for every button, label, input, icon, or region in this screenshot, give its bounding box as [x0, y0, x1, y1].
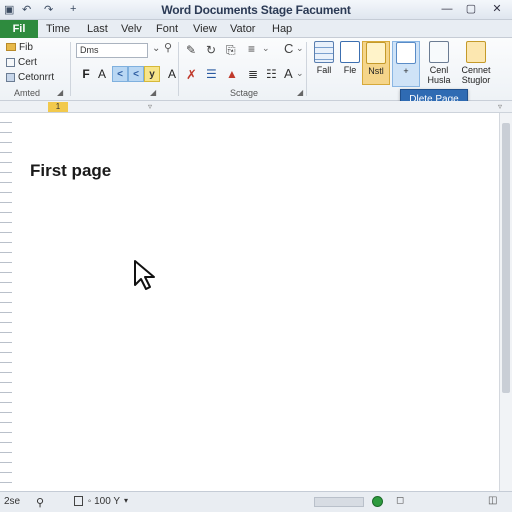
page-dropdown-icon[interactable]: ▾ — [124, 496, 128, 505]
minimize-button[interactable]: — — [438, 2, 456, 17]
cenl-husla-button[interactable]: Cenl Husla — [424, 41, 454, 85]
styles-group-label: Sctage — [230, 88, 259, 98]
document-area[interactable]: First page — [0, 113, 512, 491]
table-icon — [314, 41, 334, 63]
paragraph-icon[interactable]: ☷ — [266, 67, 277, 81]
copy-icon — [6, 57, 15, 67]
highlight-button[interactable]: y — [144, 66, 160, 82]
zoom-in-icon[interactable]: ◻ — [396, 495, 404, 506]
zoom-ok-icon[interactable] — [372, 496, 383, 507]
ribbon-tabs: Fil Time Last Velv Font View Vator Hap — [0, 20, 512, 38]
clipboard-icon[interactable]: ⎘ — [226, 43, 236, 58]
clipboard-item-cetonrrt[interactable]: Cetonrrt — [6, 72, 54, 83]
scrollbar-thumb[interactable] — [502, 123, 510, 393]
cennet-stuglor-button[interactable]: Cennet Stuglor — [460, 41, 492, 85]
vertical-scrollbar[interactable] — [499, 113, 512, 491]
page-icon — [74, 496, 83, 507]
ruler-right-indent-icon[interactable]: ▿ — [498, 102, 502, 111]
clipboard-item-fib[interactable]: Fib — [6, 42, 33, 53]
tab-time[interactable]: Time — [46, 23, 70, 35]
page-indicator[interactable]: ◦ 100 Y — [74, 496, 120, 507]
document-heading[interactable]: First page — [30, 161, 111, 181]
tab-last[interactable]: Last — [87, 23, 108, 35]
maximize-button[interactable]: ▢ — [462, 2, 480, 17]
tab-velv[interactable]: Velv — [121, 23, 142, 35]
proofing-icon[interactable]: ⚲ — [36, 496, 44, 509]
zoom-slider-track[interactable] — [314, 497, 364, 507]
bold-button[interactable]: F — [78, 66, 94, 82]
tab-hap[interactable]: Hap — [272, 23, 292, 35]
style-dropdown-icon[interactable]: ⌄ — [296, 68, 304, 79]
fle-button[interactable]: Fle — [336, 41, 364, 81]
ruler-marker[interactable]: 1 — [48, 102, 68, 112]
font-launcher-icon[interactable]: ◢ — [150, 88, 156, 97]
file-icon — [340, 41, 360, 63]
title-bar: ▣ ↶ ↷ + Word Documents Stage Facument — … — [0, 0, 512, 20]
tab-file[interactable]: Fil — [0, 20, 38, 38]
align-dropdown-icon[interactable]: ⌄ — [262, 43, 270, 54]
status-bar: 2se ⚲ ◦ 100 Y ▾ ◻ ◫ — [0, 491, 512, 512]
note-icon — [366, 42, 386, 64]
clipboard-launcher-icon[interactable]: ◢ — [57, 88, 63, 97]
style-a-icon[interactable]: A — [284, 66, 293, 81]
strike-x-icon[interactable]: ✗ — [186, 67, 197, 83]
group-divider — [306, 42, 307, 96]
font-color-icon[interactable]: ▲ — [226, 67, 238, 81]
cycle-icon[interactable]: C — [284, 41, 293, 56]
fall-button[interactable]: Fall — [310, 41, 338, 81]
clear-format-icon[interactable]: ⚲ — [164, 41, 172, 54]
format-painter-icon — [6, 72, 15, 82]
rotate-icon[interactable]: ↻ — [206, 43, 216, 57]
page-add-icon — [396, 42, 416, 64]
font-color-a-button[interactable]: A — [94, 66, 110, 82]
align-icon[interactable]: ≡ — [248, 42, 255, 56]
folder-icon — [6, 43, 16, 52]
window-title: Word Documents Stage Facument — [161, 3, 351, 17]
font-name-dropdown-icon[interactable]: ⌄ — [152, 43, 160, 54]
status-text: 2se — [4, 496, 21, 507]
page-add-button[interactable]: + — [392, 41, 420, 87]
shrink-button[interactable]: < — [112, 66, 128, 82]
font-name-combo[interactable]: Dms — [76, 43, 148, 58]
tab-view[interactable]: View — [193, 23, 217, 35]
styles-launcher-icon[interactable]: ◢ — [297, 88, 303, 97]
vertical-ruler — [0, 113, 12, 491]
list-icon[interactable]: ☰ — [206, 67, 217, 81]
ruler-indent-icon[interactable]: ▿ — [148, 102, 152, 111]
grow-button[interactable]: < — [128, 66, 144, 82]
brush-icon[interactable]: ✎ — [186, 43, 196, 57]
mouse-pointer-icon — [133, 259, 161, 296]
cycle-dropdown-icon[interactable]: ⌄ — [296, 43, 304, 54]
tab-font[interactable]: Font — [156, 23, 178, 35]
justify-icon[interactable]: ≣ — [248, 67, 258, 81]
horizontal-ruler[interactable]: 1 ▿ ▿ — [0, 101, 512, 113]
group-divider — [178, 42, 179, 96]
group-divider — [70, 42, 71, 96]
nstl-button[interactable]: Nstl — [362, 41, 390, 85]
tab-vator[interactable]: Vator — [230, 23, 255, 35]
close-button[interactable]: ✕ — [488, 2, 506, 17]
fit-page-icon[interactable]: ◫ — [488, 495, 497, 506]
picture-icon — [429, 41, 449, 63]
shapes-icon — [466, 41, 486, 63]
clipboard-item-cert[interactable]: Cert — [6, 57, 37, 68]
clipboard-group-label: Amted — [14, 88, 41, 98]
